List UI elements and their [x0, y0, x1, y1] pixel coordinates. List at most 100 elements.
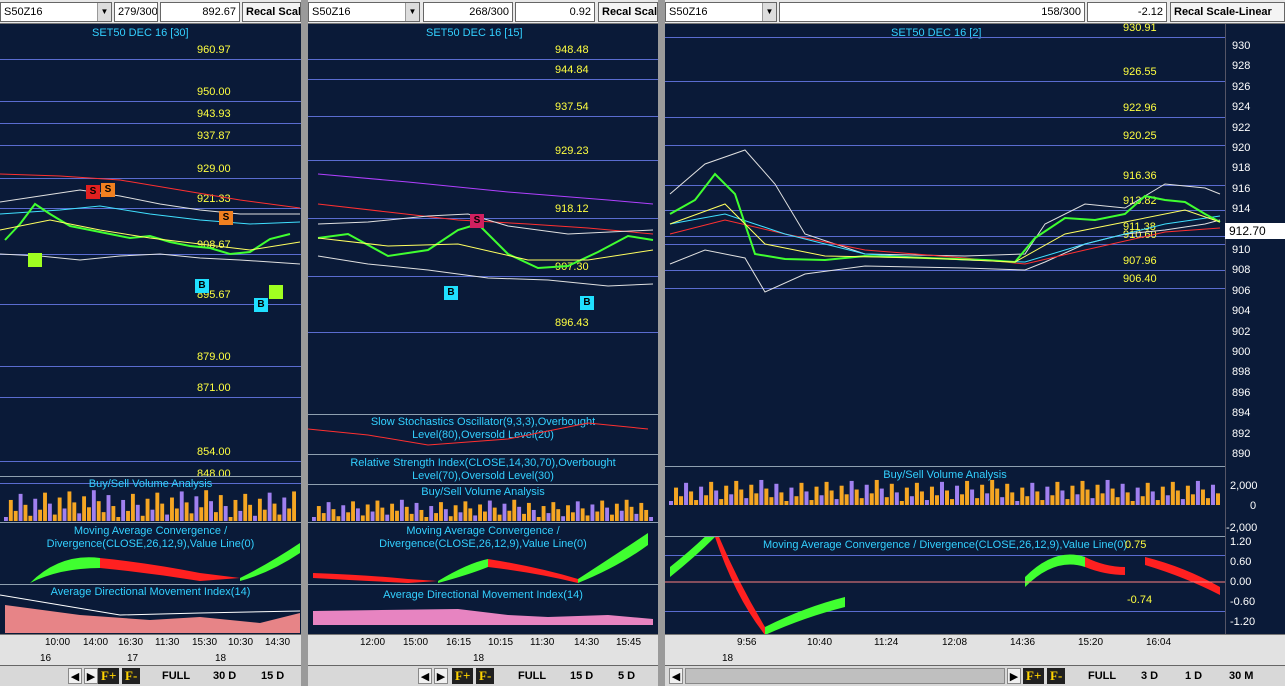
- volume-bar: [914, 482, 919, 505]
- rsi-panel: Relative Strength Index(CLOSE,14,30,70),…: [308, 454, 658, 484]
- price-line: [317, 222, 654, 270]
- period-toolbar: ◀ ▶ F+ F- FULL 15 D 5 D: [308, 665, 658, 686]
- period-button[interactable]: 3 D: [1141, 668, 1158, 684]
- sell-marker[interactable]: S: [219, 211, 233, 225]
- price-axis: 9309289269249229209189169149129109089069…: [1225, 24, 1285, 466]
- symbol-select[interactable]: S50Z16 ▼: [308, 2, 420, 22]
- symbol-select[interactable]: S50Z16 ▼: [665, 2, 777, 22]
- volume-bar: [360, 515, 365, 521]
- volume-bar: [1035, 491, 1040, 505]
- period-button[interactable]: 30 M: [1229, 668, 1253, 684]
- scroll-right-icon[interactable]: ▶: [434, 668, 448, 684]
- volume-bar: [336, 516, 341, 521]
- adx-panel: Average Directional Movement Index(14): [308, 584, 658, 634]
- scroll-right-icon[interactable]: ▶: [84, 668, 98, 684]
- volume-bar: [809, 500, 814, 505]
- volume-bar: [1215, 493, 1220, 505]
- macd-fill-red: [1145, 557, 1220, 595]
- chevron-down-icon[interactable]: ▼: [405, 3, 419, 21]
- volume-bar: [679, 496, 684, 505]
- time-label: 14:30: [574, 637, 600, 648]
- axis-label: 2,000: [1230, 480, 1258, 492]
- volume-bar: [253, 515, 257, 521]
- volume-bar: [209, 501, 213, 521]
- volume-bar: [1030, 482, 1035, 505]
- scroll-left-icon[interactable]: ◀: [418, 668, 432, 684]
- full-button[interactable]: FULL: [162, 668, 190, 684]
- period-button[interactable]: 15 D: [261, 668, 284, 684]
- signal-marker[interactable]: [269, 285, 283, 299]
- period-button[interactable]: 15 D: [570, 668, 593, 684]
- volume-bar: [47, 503, 52, 521]
- bar-count: 279/300: [114, 2, 158, 22]
- symbol-select[interactable]: S50Z16 ▼: [0, 2, 112, 22]
- volume-bar: [600, 500, 605, 521]
- volume-bar: [439, 502, 443, 521]
- price-chart[interactable]: [0, 24, 301, 476]
- buy-marker[interactable]: B: [580, 296, 594, 310]
- chevron-down-icon[interactable]: ▼: [762, 3, 776, 21]
- macd-chart: [30, 543, 300, 583]
- stochastic-panel: Slow Stochastics Oscillator(9,3,3),Overb…: [308, 414, 658, 454]
- volume-bar: [1015, 501, 1020, 505]
- axis-label: 908: [1232, 264, 1251, 277]
- horizontal-scrollbar[interactable]: [685, 668, 1005, 684]
- scroll-left-icon[interactable]: ◀: [669, 668, 683, 684]
- signal-marker[interactable]: [28, 253, 42, 267]
- volume-bar: [834, 499, 839, 505]
- sell-marker[interactable]: S: [470, 214, 484, 228]
- volume-bar: [155, 492, 160, 521]
- volume-bar: [72, 502, 77, 521]
- period-button[interactable]: 5 D: [618, 668, 635, 684]
- recal-scale-button[interactable]: Recal Scal: [598, 2, 658, 22]
- volume-bar: [884, 497, 889, 505]
- buy-marker[interactable]: B: [254, 298, 268, 312]
- volume-bar: [1120, 483, 1125, 505]
- scroll-right-icon[interactable]: ▶: [1007, 668, 1021, 684]
- chevron-down-icon[interactable]: ▼: [97, 3, 111, 21]
- scroll-left-icon[interactable]: ◀: [68, 668, 82, 684]
- volume-bar: [1130, 501, 1135, 505]
- sell-marker[interactable]: S: [101, 183, 115, 197]
- zoom-out-button[interactable]: F-: [122, 668, 141, 684]
- symbol-label: S50Z16: [669, 6, 708, 18]
- volume-bar: [8, 499, 13, 521]
- volume-bar: [57, 497, 62, 521]
- volume-bar: [365, 504, 370, 521]
- zoom-in-button[interactable]: F+: [98, 668, 120, 684]
- volume-bar: [1110, 488, 1115, 505]
- volume-bar: [1100, 493, 1105, 505]
- period-button[interactable]: 30 D: [213, 668, 236, 684]
- volume-bar: [1060, 490, 1065, 505]
- volume-bar: [744, 498, 749, 505]
- volume-bar: [1065, 499, 1070, 505]
- volume-bar: [754, 493, 759, 505]
- volume-bar: [1160, 486, 1165, 505]
- full-button[interactable]: FULL: [1088, 668, 1116, 684]
- volume-bar: [238, 510, 243, 521]
- volume-bar: [955, 485, 960, 505]
- buy-marker[interactable]: B: [444, 286, 458, 300]
- zoom-in-button[interactable]: F+: [452, 668, 474, 684]
- volume-bar: [106, 495, 111, 521]
- sell-marker[interactable]: S: [86, 185, 100, 199]
- axis-label: 0.00: [1230, 576, 1252, 588]
- zoom-out-button[interactable]: F-: [476, 668, 495, 684]
- buy-marker[interactable]: B: [195, 279, 209, 293]
- recal-scale-button[interactable]: Recal Scal: [242, 2, 301, 22]
- volume-bar: [879, 488, 884, 505]
- full-button[interactable]: FULL: [518, 668, 546, 684]
- price-chart[interactable]: [665, 24, 1225, 464]
- recal-scale-button[interactable]: Recal Scale-Linear: [1170, 2, 1285, 22]
- zoom-in-button[interactable]: F+: [1023, 668, 1045, 684]
- volume-bar: [419, 509, 424, 521]
- zoom-out-button[interactable]: F-: [1047, 668, 1066, 684]
- volume-bar: [1085, 489, 1090, 505]
- volume-bar: [585, 515, 590, 521]
- volume-bar: [869, 493, 874, 505]
- bollinger-lower: [0, 253, 301, 265]
- volume-bar: [814, 486, 819, 505]
- macd-chart: [313, 533, 648, 583]
- period-button[interactable]: 1 D: [1185, 668, 1202, 684]
- macd-axis: 1.20 0.60 0.00 -0.60 -1.20: [1225, 536, 1285, 634]
